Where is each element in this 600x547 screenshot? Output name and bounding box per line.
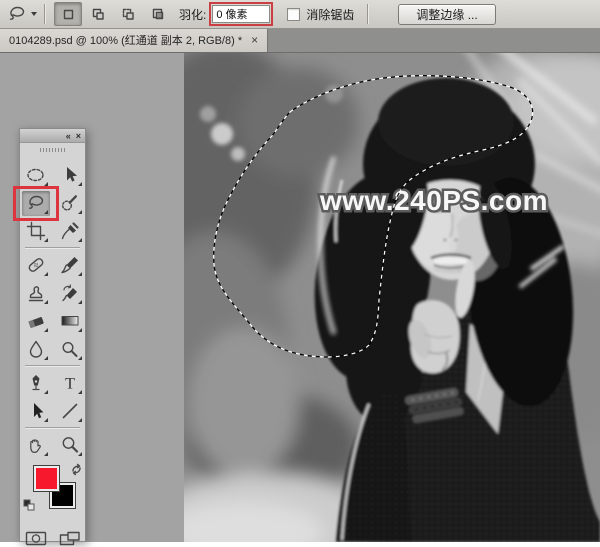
history-brush-icon [59, 282, 81, 304]
magnifier-icon [59, 434, 81, 456]
separator [25, 365, 80, 367]
hand-icon [25, 434, 47, 456]
default-colors-icon[interactable] [23, 499, 36, 517]
intersect-selection-icon [150, 6, 166, 22]
hand-tool[interactable] [22, 433, 50, 458]
clone-stamp-icon [25, 282, 47, 304]
quick-selection-icon [59, 192, 81, 214]
separator [25, 427, 80, 429]
type-icon: T [59, 372, 81, 394]
tab-close-icon[interactable]: × [251, 34, 258, 46]
tools-panel: « × [19, 128, 86, 542]
intersect-selection-button[interactable] [144, 2, 172, 26]
add-to-selection-icon [90, 6, 106, 22]
move-icon [59, 164, 81, 186]
pen-icon [25, 372, 47, 394]
swap-colors-icon[interactable] [70, 463, 83, 481]
color-swatches [20, 463, 85, 521]
water-drop-icon [25, 338, 47, 360]
eyedropper-tool[interactable] [56, 219, 84, 244]
feather-label: 羽化: [179, 6, 206, 23]
subtract-from-selection-icon [120, 6, 136, 22]
lasso-tool[interactable] [22, 191, 50, 216]
add-to-selection-button[interactable] [84, 2, 112, 26]
quick-mask-button[interactable] [24, 529, 48, 547]
screen-mode-button[interactable] [58, 529, 82, 547]
photo-image: www.240PS.com [184, 52, 600, 542]
healing-brush-tool[interactable] [22, 253, 50, 278]
line-icon [59, 400, 81, 422]
line-tool[interactable] [56, 399, 84, 424]
new-selection-button[interactable] [54, 2, 82, 26]
antialias-label: 消除锯齿 [306, 6, 354, 23]
zoom-tool[interactable] [56, 433, 84, 458]
panel-close-icon[interactable]: × [76, 131, 81, 141]
screen-mode-icon [59, 531, 81, 546]
tools-grid: T [20, 161, 85, 459]
quick-mask-icon [25, 531, 47, 546]
subtract-from-selection-button[interactable] [114, 2, 142, 26]
tools-panel-title [20, 143, 85, 156]
separator [25, 247, 80, 249]
eyedropper-icon [59, 220, 81, 242]
eraser-icon [25, 310, 47, 332]
eraser-tool[interactable] [22, 309, 50, 334]
pen-tool[interactable] [22, 371, 50, 396]
crop-tool[interactable] [22, 219, 50, 244]
foreground-color-swatch[interactable] [33, 465, 60, 492]
document-tab-bar: 0104289.psd @ 100% (红通道 副本 2, RGB/8) * × [0, 28, 600, 53]
healing-brush-icon [25, 254, 47, 276]
photo-canvas[interactable]: www.240PS.com [184, 52, 600, 542]
feather-highlight-box [209, 2, 273, 26]
panel-title-marks [40, 148, 66, 152]
dodge-tool[interactable] [56, 337, 84, 362]
options-bar: 羽化: 消除锯齿 调整边缘 ... [0, 0, 600, 29]
gradient-icon [59, 310, 81, 332]
tool-preset-dropdown-icon[interactable] [31, 12, 37, 16]
selection-arrow-icon [25, 400, 47, 422]
panel-bottom-buttons [20, 529, 85, 547]
document-tab-title: 0104289.psd @ 100% (红通道 副本 2, RGB/8) * [9, 32, 242, 48]
lasso-icon [6, 3, 28, 25]
history-brush-tool[interactable] [56, 281, 84, 306]
feather-input[interactable] [212, 5, 270, 23]
elliptical-marquee-tool[interactable] [22, 163, 50, 188]
type-tool[interactable]: T [56, 371, 84, 396]
separator [367, 4, 369, 24]
move-tool[interactable] [56, 163, 84, 188]
gradient-tool[interactable] [56, 309, 84, 334]
tools-panel-header: « × [20, 129, 85, 143]
brush-icon [59, 254, 81, 276]
new-selection-icon [60, 6, 76, 22]
blur-tool[interactable] [22, 337, 50, 362]
document-tab[interactable]: 0104289.psd @ 100% (红通道 副本 2, RGB/8) * × [0, 28, 268, 52]
photoshop-window: 羽化: 消除锯齿 调整边缘 ... 0104289.psd @ 100% (红通… [0, 0, 600, 542]
elliptical-marquee-icon [25, 164, 47, 186]
crop-icon [25, 220, 47, 242]
refine-edge-button[interactable]: 调整边缘 ... [398, 4, 495, 25]
dodge-icon [59, 338, 81, 360]
separator [44, 4, 46, 24]
lasso-icon [25, 192, 47, 214]
brush-tool[interactable] [56, 253, 84, 278]
antialias-checkbox[interactable] [287, 8, 300, 21]
path-selection-tool[interactable] [22, 399, 50, 424]
panel-collapse-icon[interactable]: « [66, 131, 71, 141]
clone-stamp-tool[interactable] [22, 281, 50, 306]
svg-text:T: T [65, 376, 75, 393]
tool-preset-button[interactable] [5, 2, 29, 26]
quick-selection-tool[interactable] [56, 191, 84, 216]
watermark-text: www.240PS.com [319, 185, 548, 216]
